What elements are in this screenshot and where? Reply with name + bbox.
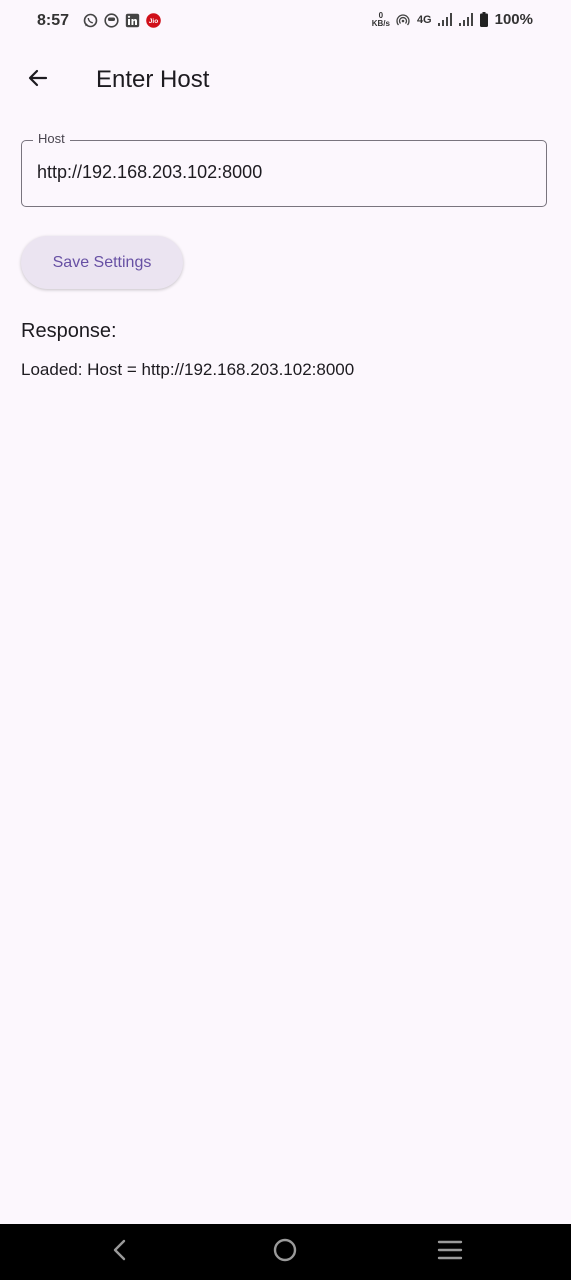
- status-bar: 8:57 Jio 0 KB/s 4G 100%: [0, 0, 571, 44]
- nav-recents-button[interactable]: [434, 1236, 466, 1268]
- app-bar: Enter Host: [0, 56, 571, 104]
- hotspot-icon: [396, 12, 411, 27]
- battery-icon: [480, 12, 489, 27]
- nav-menu-icon: [437, 1239, 463, 1266]
- back-button[interactable]: [22, 64, 54, 96]
- nav-home-button[interactable]: [269, 1236, 301, 1268]
- host-field-label: Host: [33, 131, 70, 146]
- whatsapp-icon: [83, 13, 98, 28]
- page-title: Enter Host: [96, 66, 210, 93]
- signal-icon-2: [458, 12, 474, 27]
- jio-icon: Jio: [146, 13, 161, 28]
- response-text: Loaded: Host = http://192.168.203.102:80…: [21, 360, 355, 379]
- signal-icon: [437, 12, 453, 27]
- nav-back-icon: [110, 1238, 130, 1267]
- save-settings-button[interactable]: Save Settings: [21, 236, 183, 289]
- net-speed: 0 KB/s: [371, 11, 390, 28]
- battery-percent: 100%: [494, 11, 533, 28]
- notification-icons: Jio: [83, 13, 161, 28]
- nav-home-icon: [272, 1237, 298, 1268]
- svg-text:Jio: Jio: [149, 18, 158, 25]
- net-speed-unit: KB/s: [371, 18, 390, 28]
- messenger-icon: [104, 13, 119, 28]
- status-right: 0 KB/s 4G 100%: [372, 11, 533, 28]
- navigation-bar: [0, 1224, 571, 1280]
- host-input[interactable]: [37, 162, 527, 183]
- linkedin-icon: [125, 13, 140, 28]
- nav-back-button[interactable]: [104, 1236, 136, 1268]
- response-heading: Response:: [21, 320, 117, 342]
- host-field[interactable]: Host: [21, 131, 547, 207]
- status-time: 8:57: [37, 12, 70, 29]
- arrow-back-icon: [26, 66, 50, 95]
- network-type: 4G: [416, 13, 432, 26]
